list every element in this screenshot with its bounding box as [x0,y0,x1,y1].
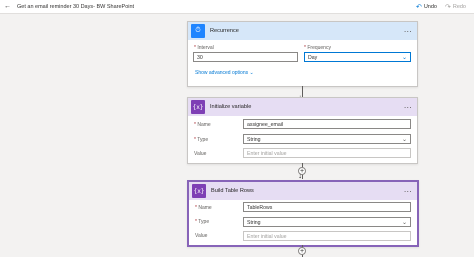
value-input[interactable]: Enter initial value [243,231,411,241]
type-label: * Type [195,219,210,225]
value-input[interactable]: Enter initial value [243,148,411,158]
name-label: * Name [194,122,211,128]
chevron-down-icon: ⌄ [401,137,407,143]
redo-button[interactable]: ↷ Redo [445,3,466,11]
flow-canvas: ⏱ Recurrence ⋯ * Interval 30 * Frequency… [0,14,474,257]
undo-icon: ↶ [415,3,422,11]
chevron-down-icon: ⌄ [249,70,254,76]
add-step-button[interactable]: + [298,247,306,255]
arrow-left-icon[interactable]: ← [4,3,11,10]
frequency-label: * Frequency [304,45,331,51]
frequency-value: Day [308,55,318,61]
type-label: * Type [194,137,209,143]
variable-icon: {x} [191,100,205,114]
frequency-dropdown[interactable]: Day ⌄ [304,52,411,62]
command-bar: ← Get an email reminder 30 Days- BW Shar… [0,0,474,14]
type-value: String [247,137,261,143]
clock-icon: ⏱ [191,24,205,38]
show-advanced-options-link[interactable]: Show advanced options ⌄ [195,70,254,76]
recurrence-header[interactable]: ⏱ Recurrence ⋯ [188,22,417,40]
interval-input[interactable]: 30 [193,52,298,62]
name-label: * Name [195,205,212,211]
undo-button[interactable]: ↶ Undo [416,3,437,11]
initialize-variable-header[interactable]: {x} Initialize variable ⋯ [188,98,417,116]
chevron-down-icon: ⌄ [401,55,407,61]
name-input[interactable]: assignee_email [243,119,411,129]
interval-label: * Interval [194,45,214,51]
more-options-icon[interactable]: ⋯ [399,187,417,196]
flow-title: Get an email reminder 30 Days- BW ShareP… [17,3,135,10]
arrow-down-icon: ↓ [298,171,302,180]
variable-icon: {x} [192,184,206,198]
type-dropdown[interactable]: String ⌄ [243,217,411,227]
initialize-variable-card[interactable]: {x} Initialize variable ⋯ * Name assigne… [187,97,418,164]
type-dropdown[interactable]: String ⌄ [243,134,411,144]
type-value: String [247,220,261,226]
name-input[interactable]: TableRows [243,202,411,212]
recurrence-card[interactable]: ⏱ Recurrence ⋯ * Interval 30 * Frequency… [187,21,418,87]
recurrence-title: Recurrence [210,28,239,34]
value-label: Value [195,233,208,239]
redo-label: Redo [452,3,466,10]
build-table-rows-card[interactable]: {x} Build Table Rows ⋯ * Name TableRows … [187,180,419,247]
undo-label: Undo [423,3,437,10]
more-options-icon[interactable]: ⋯ [399,103,417,112]
chevron-down-icon: ⌄ [401,220,407,226]
build-table-rows-header[interactable]: {x} Build Table Rows ⋯ [189,182,417,200]
redo-icon: ↷ [444,3,451,11]
more-options-icon[interactable]: ⋯ [399,27,417,36]
build-table-rows-title: Build Table Rows [211,188,254,194]
initialize-variable-title: Initialize variable [210,104,252,110]
value-label: Value [194,151,207,157]
